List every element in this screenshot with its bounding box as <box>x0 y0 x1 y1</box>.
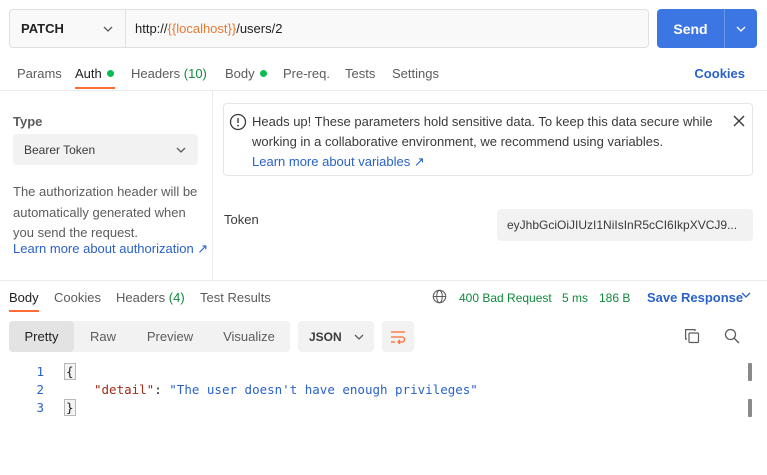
send-button-group: Send <box>657 9 757 48</box>
sensitive-data-notice: Heads up! These parameters hold sensitiv… <box>223 103 753 176</box>
wrap-lines-icon <box>391 330 406 344</box>
auth-type-value: Bearer Token <box>24 142 96 157</box>
view-visualize-button[interactable]: Visualize <box>208 321 290 352</box>
request-tabs: Params Auth Headers (10) Body Pre-req. T… <box>0 58 767 90</box>
tab-body-label: Body <box>225 66 255 81</box>
response-headers-label: Headers <box>116 290 166 305</box>
close-brace-char: } <box>64 399 76 416</box>
tab-params[interactable]: Params <box>17 66 62 81</box>
response-time[interactable]: 5 ms <box>562 291 588 305</box>
body-status-dot <box>259 70 267 77</box>
auth-type-pane: Type Bearer Token The authorization head… <box>0 90 212 280</box>
response-body-editor[interactable]: 1 2 3 { "detail": "The user doesn't have… <box>0 362 767 475</box>
json-value: "The user doesn't have enough privileges… <box>169 382 478 397</box>
auth-status-dot <box>106 70 114 77</box>
format-value: JSON <box>309 329 342 344</box>
chevron-down-icon <box>176 147 186 153</box>
response-view-selector: Pretty Raw Preview Visualize <box>9 321 290 352</box>
json-colon: : <box>154 382 170 397</box>
notice-body: Heads up! These parameters hold sensitiv… <box>252 114 713 149</box>
token-input[interactable]: eyJhbGciOiJIUzI1NiIsInR5cCI6IkpXVCJ9... <box>497 209 753 241</box>
send-button[interactable]: Send <box>657 9 724 48</box>
tab-body[interactable]: Body <box>225 66 267 81</box>
response-headers-count: (4) <box>168 290 185 305</box>
open-brace-char: { <box>64 363 76 380</box>
scrollbar-marker[interactable] <box>748 399 752 417</box>
info-icon <box>229 113 247 131</box>
view-raw-button[interactable]: Raw <box>74 321 132 352</box>
request-bar: PATCH http://{{localhost}}/users/2 <box>9 9 649 48</box>
search-icon[interactable] <box>724 328 740 344</box>
type-label: Type <box>13 114 43 129</box>
tab-headers[interactable]: Headers (10) <box>131 66 207 81</box>
format-select[interactable]: JSON <box>298 321 374 352</box>
notice-message: Heads up! These parameters hold sensitiv… <box>252 112 722 172</box>
url-input[interactable]: http://{{localhost}}/users/2 <box>126 10 648 47</box>
learn-more-variables-link[interactable]: Learn more about variables ↗ <box>252 154 425 169</box>
tab-auth[interactable]: Auth <box>75 66 114 81</box>
tab-auth-label: Auth <box>75 66 102 81</box>
response-tab-cookies[interactable]: Cookies <box>54 290 101 305</box>
token-label: Token <box>224 212 259 227</box>
pane-divider[interactable] <box>212 90 213 280</box>
line-number: 1 <box>36 364 44 379</box>
view-preview-button[interactable]: Preview <box>132 321 208 352</box>
save-response-button[interactable]: Save Response <box>647 290 743 305</box>
chevron-down-icon[interactable] <box>741 292 751 298</box>
json-key: "detail" <box>94 382 155 397</box>
tab-tests[interactable]: Tests <box>345 66 375 81</box>
response-tabs: Body Cookies Headers (4) Test Results 40… <box>0 282 767 312</box>
tab-settings[interactable]: Settings <box>392 66 439 81</box>
response-size[interactable]: 186 B <box>599 291 630 305</box>
auth-description: The authorization header will be automat… <box>13 184 198 240</box>
auth-type-select[interactable]: Bearer Token <box>13 134 198 165</box>
wrap-lines-button[interactable] <box>382 321 414 352</box>
active-tab-indicator <box>75 87 115 89</box>
close-icon[interactable] <box>732 114 746 128</box>
open-brace: { <box>64 363 76 380</box>
response-tab-test-results[interactable]: Test Results <box>200 290 271 305</box>
chevron-down-icon <box>354 334 364 340</box>
send-options-button[interactable] <box>724 9 757 48</box>
response-tab-headers[interactable]: Headers (4) <box>116 290 185 305</box>
globe-icon[interactable] <box>432 289 447 304</box>
scrollbar-marker[interactable] <box>748 363 752 381</box>
active-response-tab-indicator <box>9 310 39 312</box>
url-variable: {{localhost}} <box>167 21 237 36</box>
cookies-link[interactable]: Cookies <box>694 66 745 81</box>
token-value: eyJhbGciOiJIUzI1NiIsInR5cCI6IkpXVCJ9... <box>507 218 738 232</box>
url-path: /users/2 <box>236 21 283 36</box>
response-tab-body[interactable]: Body <box>9 290 39 305</box>
close-brace: } <box>64 399 76 416</box>
headers-count: (10) <box>183 66 207 81</box>
method-label: PATCH <box>21 21 64 36</box>
line-number: 3 <box>36 400 44 415</box>
chevron-down-icon <box>103 26 113 32</box>
copy-icon[interactable] <box>684 328 700 344</box>
tab-prereq[interactable]: Pre-req. <box>283 66 330 81</box>
learn-more-authorization-link[interactable]: Learn more about authorization ↗ <box>13 241 208 257</box>
status-code[interactable]: 400 Bad Request <box>459 291 552 305</box>
method-select[interactable]: PATCH <box>10 10 126 47</box>
tab-headers-label: Headers <box>131 66 181 81</box>
chevron-down-icon <box>736 26 746 32</box>
view-pretty-button[interactable]: Pretty <box>9 321 74 352</box>
line-number: 2 <box>36 382 44 397</box>
divider <box>0 280 767 281</box>
json-line: "detail": "The user doesn't have enough … <box>94 382 478 397</box>
url-prefix: http:// <box>135 21 168 36</box>
